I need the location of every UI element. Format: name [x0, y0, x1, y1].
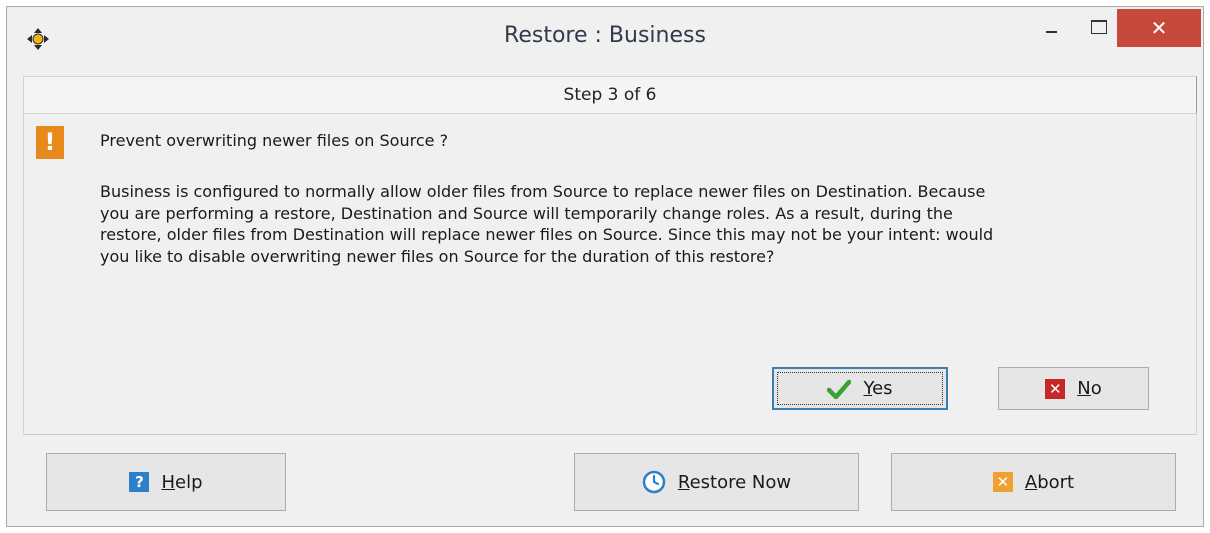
explanation-line: restore, older files from Destination wi… — [100, 225, 994, 244]
question-text: Prevent overwriting newer files on Sourc… — [100, 131, 449, 150]
restore-now-button[interactable]: Restore Now — [574, 453, 859, 511]
yes-label: Yes — [863, 378, 893, 399]
title-bar[interactable]: Restore : Business ✕ — [7, 7, 1203, 63]
abort-button[interactable]: ✕ Abort — [891, 453, 1176, 511]
close-icon: ✕ — [1150, 16, 1168, 40]
orange-x-icon: ✕ — [992, 472, 1013, 492]
red-x-icon: ✕ — [1045, 378, 1066, 399]
explanation-line: Business is configured to normally allow… — [100, 182, 986, 201]
maximize-button[interactable] — [1075, 7, 1121, 39]
explanation-text: Business is configured to normally allow… — [100, 181, 1190, 267]
abort-label: Abort — [1024, 471, 1075, 493]
restore-dialog-window: Restore : Business ✕ Step 3 of 6 ! Preve… — [6, 6, 1204, 527]
yes-button[interactable]: Yes — [772, 367, 948, 410]
help-label: Help — [161, 471, 203, 493]
explanation-line: you like to disable overwriting newer fi… — [100, 246, 775, 266]
window-title: Restore : Business — [504, 23, 706, 48]
help-button[interactable]: ? Help — [46, 453, 286, 511]
dialog-content: ! Prevent overwriting newer files on Sou… — [23, 114, 1197, 435]
step-indicator: Step 3 of 6 — [23, 76, 1197, 114]
no-button[interactable]: ✕ No — [998, 367, 1149, 410]
warning-icon: ! — [36, 126, 64, 159]
question-icon: ? — [129, 472, 150, 492]
minimize-button[interactable] — [1029, 7, 1075, 39]
focus-rectangle — [777, 372, 943, 405]
checkmark-icon — [827, 379, 852, 399]
clock-icon — [642, 470, 666, 494]
restore-now-label: Restore Now — [677, 471, 792, 493]
no-label: No — [1077, 378, 1102, 399]
close-button[interactable]: ✕ — [1117, 9, 1201, 47]
explanation-line: you are performing a restore, Destinatio… — [100, 203, 953, 223]
